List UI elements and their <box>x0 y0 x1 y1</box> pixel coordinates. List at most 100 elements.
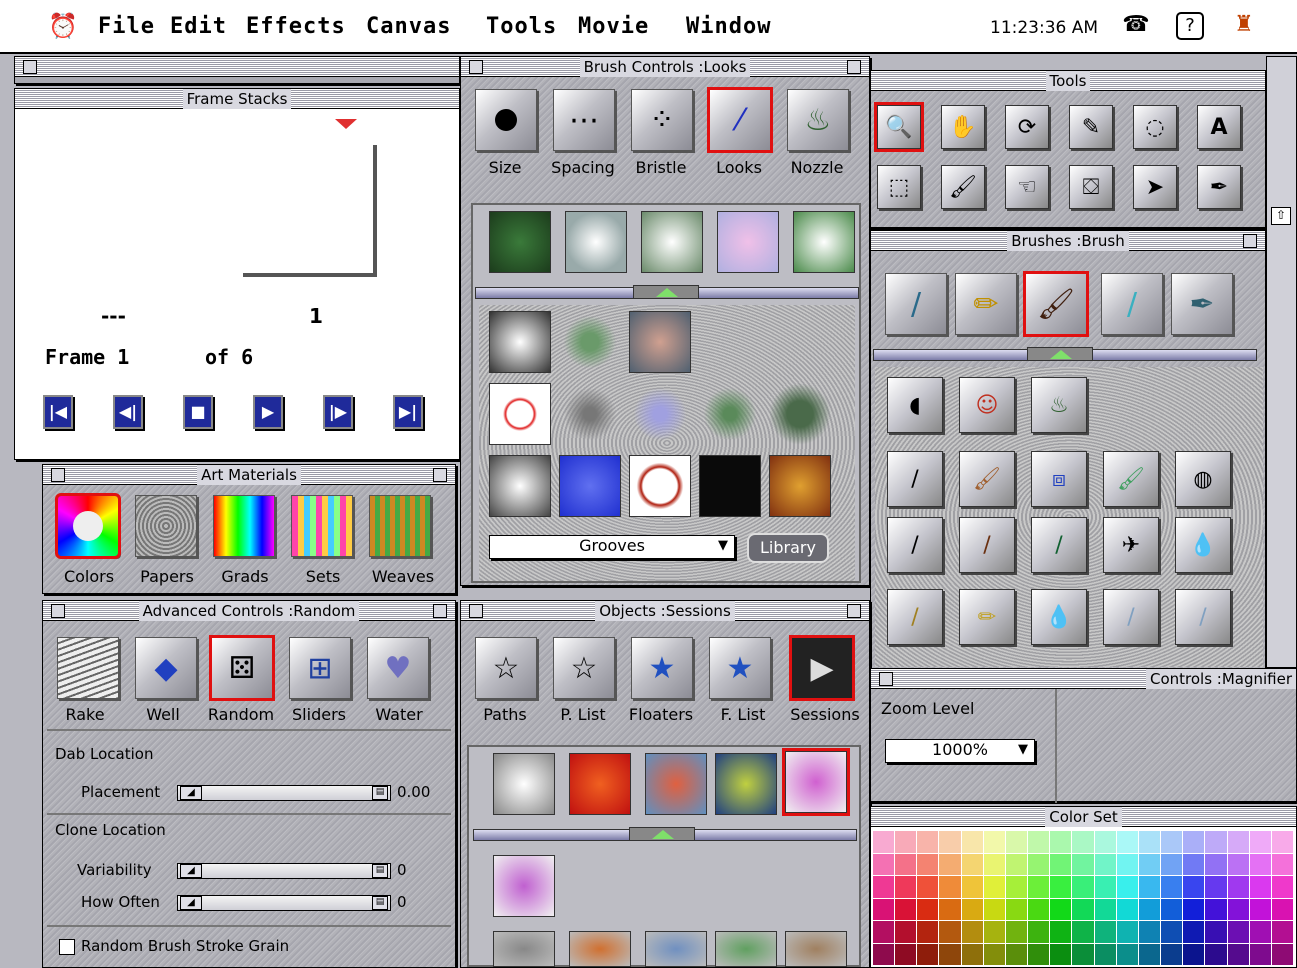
zoom-level-select[interactable]: 1000% <box>885 739 1035 763</box>
look-thumbnail[interactable] <box>559 311 621 373</box>
color-swatch[interactable] <box>1050 921 1072 943</box>
color-swatch[interactable] <box>1116 876 1138 898</box>
color-swatch[interactable] <box>1249 943 1271 965</box>
color-swatch[interactable] <box>961 943 983 965</box>
variability-slider[interactable]: ◢ ▤ <box>177 863 391 879</box>
color-swatch[interactable] <box>1249 853 1271 875</box>
color-swatch[interactable] <box>1050 853 1072 875</box>
color-swatch[interactable] <box>1005 898 1028 920</box>
color-swatch[interactable] <box>939 876 961 898</box>
sessions-scroll-grip[interactable] <box>629 827 695 841</box>
color-swatch[interactable] <box>1227 943 1249 965</box>
zoom-box[interactable] <box>1243 234 1257 248</box>
color-swatch[interactable] <box>1205 898 1227 920</box>
color-swatch[interactable] <box>873 831 895 853</box>
color-swatch[interactable] <box>1072 921 1094 943</box>
color-swatch[interactable] <box>917 921 939 943</box>
session-thumbnail[interactable] <box>493 753 555 815</box>
color-swatch[interactable] <box>895 853 917 875</box>
felt-pen-category-icon[interactable]: / <box>1101 273 1163 335</box>
look-thumbnail[interactable] <box>641 211 703 273</box>
color-swatch[interactable] <box>1205 943 1227 965</box>
color-swatch[interactable] <box>895 876 917 898</box>
text-tool-icon[interactable]: A <box>1197 105 1241 149</box>
zoom-box[interactable] <box>433 468 447 482</box>
look-thumbnail[interactable] <box>699 383 761 445</box>
session-thumbnail[interactable] <box>493 855 555 917</box>
color-swatch[interactable] <box>1028 831 1050 853</box>
color-swatch[interactable] <box>961 921 983 943</box>
color-swatch[interactable] <box>1161 921 1183 943</box>
color-swatch[interactable] <box>1028 921 1050 943</box>
color-swatch[interactable] <box>1183 853 1205 875</box>
brush-variant-icon[interactable]: ♨ <box>1031 377 1087 433</box>
pen-tool-icon[interactable]: ✒ <box>1197 165 1241 209</box>
end-button[interactable]: ▶| <box>393 395 423 429</box>
look-thumbnail[interactable] <box>489 311 551 373</box>
brush-variant-icon[interactable]: / <box>1175 589 1231 645</box>
brush-variant-icon[interactable]: / <box>1103 589 1159 645</box>
paths-tab-button[interactable]: ☆ <box>475 637 537 699</box>
sessions-tab-button[interactable]: ▶ <box>789 635 855 701</box>
paint-bucket-tool-icon[interactable]: ⛋ <box>1069 165 1113 209</box>
color-swatch[interactable] <box>983 943 1005 965</box>
play-button[interactable]: ▶ <box>253 395 283 429</box>
session-thumbnail[interactable] <box>569 931 631 967</box>
look-thumbnail[interactable] <box>629 311 691 373</box>
color-swatch[interactable] <box>895 943 917 965</box>
session-thumbnail-selected[interactable] <box>782 748 850 816</box>
zoom-box[interactable] <box>847 60 861 74</box>
color-swatch[interactable] <box>1161 831 1183 853</box>
path-list-tab-button[interactable]: ☆ <box>553 637 615 699</box>
color-swatch[interactable] <box>1227 853 1249 875</box>
brush-variant-icon[interactable]: / <box>887 451 943 507</box>
color-swatch[interactable] <box>1271 898 1293 920</box>
color-swatch[interactable] <box>1205 876 1227 898</box>
color-swatch[interactable] <box>917 876 939 898</box>
color-swatch[interactable] <box>873 876 895 898</box>
brush-variant-icon[interactable]: 🖌 <box>1103 451 1159 507</box>
size-tab-button[interactable] <box>475 89 537 151</box>
look-thumbnail[interactable] <box>559 383 621 445</box>
close-box[interactable] <box>879 672 893 686</box>
color-swatch[interactable] <box>1094 831 1116 853</box>
dropper-tool-icon[interactable]: ✎ <box>1069 105 1113 149</box>
scroll-up-arrow-icon[interactable]: ⇧ <box>1271 207 1291 225</box>
selection-adjuster-tool-icon[interactable]: ➤ <box>1133 165 1177 209</box>
look-thumbnail[interactable] <box>769 455 831 517</box>
color-swatch[interactable] <box>983 876 1005 898</box>
color-swatch[interactable] <box>1050 898 1072 920</box>
color-swatch[interactable] <box>1028 943 1050 965</box>
menu-window[interactable]: Window <box>686 14 771 39</box>
look-thumbnail[interactable] <box>489 211 551 273</box>
color-swatch[interactable] <box>1183 943 1205 965</box>
look-thumbnail[interactable] <box>629 383 691 445</box>
papers-tab-button[interactable] <box>135 495 197 557</box>
brush-category-selected-icon[interactable]: 🖌 <box>1023 271 1089 337</box>
color-swatch[interactable] <box>1161 853 1183 875</box>
floater-adjuster-tool-icon[interactable]: ☜ <box>1005 165 1049 209</box>
color-swatch[interactable] <box>983 921 1005 943</box>
color-swatch[interactable] <box>1161 898 1183 920</box>
random-tab-button[interactable]: ⚄ <box>209 635 275 701</box>
look-thumbnail[interactable] <box>717 211 779 273</box>
spacing-tab-button[interactable]: ⋯ <box>553 89 615 151</box>
menu-tools[interactable]: Tools <box>486 14 557 39</box>
brush-variant-icon[interactable]: ✏ <box>959 589 1015 645</box>
session-thumbnail[interactable] <box>493 931 555 967</box>
color-swatch[interactable] <box>1138 831 1161 853</box>
stop-button[interactable]: ■ <box>183 395 213 429</box>
color-swatch[interactable] <box>961 876 983 898</box>
color-swatch[interactable] <box>961 831 983 853</box>
close-box[interactable] <box>469 60 483 74</box>
brush-variant-icon[interactable]: 💧 <box>1031 589 1087 645</box>
color-swatch[interactable] <box>983 853 1005 875</box>
brush-variant-icon[interactable]: / <box>959 517 1015 573</box>
color-swatch[interactable] <box>1138 876 1161 898</box>
paper-select[interactable]: Grooves <box>489 535 735 559</box>
color-swatch[interactable] <box>1005 943 1028 965</box>
color-swatch[interactable] <box>1116 853 1138 875</box>
color-swatch[interactable] <box>1138 943 1161 965</box>
color-swatch[interactable] <box>939 898 961 920</box>
menu-edit[interactable]: Edit <box>170 14 227 39</box>
